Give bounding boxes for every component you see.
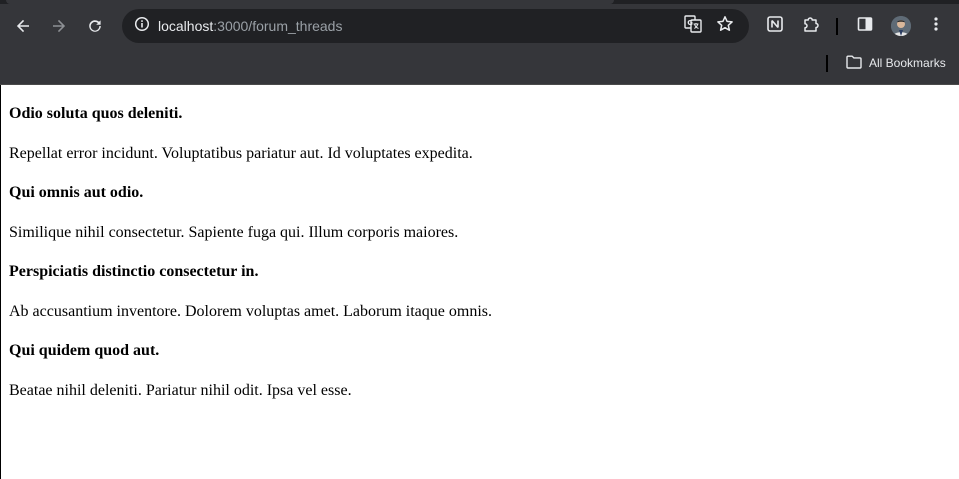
forum-threads-list: Odio soluta quos deleniti. Repellat erro… [9, 104, 949, 420]
thread-item: Qui omnis aut odio. Similique nihil cons… [9, 183, 949, 242]
kebab-menu-icon [928, 16, 944, 36]
bookmarks-separator [826, 55, 828, 72]
extensions-button[interactable] [795, 10, 827, 42]
thread-title: Qui omnis aut odio. [9, 184, 144, 201]
reload-button[interactable] [79, 10, 111, 42]
bookmark-star-button[interactable] [711, 12, 739, 40]
address-bar[interactable]: localhost:3000/forum_threads G [122, 9, 749, 43]
active-tab[interactable] [6, 0, 614, 4]
browser-toolbar: localhost:3000/forum_threads G [0, 8, 959, 44]
thread-item: Qui quidem quod aut. Beatae nihil deleni… [9, 341, 949, 400]
toolbar-separator [836, 18, 838, 35]
star-icon [716, 15, 734, 37]
translate-icon: G [684, 15, 702, 37]
forward-button[interactable] [43, 10, 75, 42]
thread-body: Ab accusantium inventore. Dolorem volupt… [9, 303, 492, 320]
back-button[interactable] [7, 10, 39, 42]
reload-icon [87, 18, 103, 34]
avatar[interactable] [891, 16, 911, 36]
puzzle-icon [802, 15, 820, 37]
browser-menu-button[interactable] [920, 10, 952, 42]
tab-strip [0, 0, 959, 4]
svg-text:G: G [687, 19, 693, 27]
thread-title: Odio soluta quos deleniti. [9, 105, 183, 122]
thread-item: Perspiciatis distinctio consectetur in. … [9, 262, 949, 321]
page-viewport: Odio soluta quos deleniti. Repellat erro… [0, 85, 959, 479]
notion-extension-button[interactable] [759, 10, 791, 42]
all-bookmarks-label: All Bookmarks [869, 56, 946, 70]
url-host: localhost [158, 18, 214, 34]
notion-icon [766, 15, 784, 37]
thread-body: Similique nihil consectetur. Sapiente fu… [9, 224, 459, 241]
arrow-right-icon [51, 18, 67, 34]
side-panel-button[interactable] [849, 10, 881, 42]
url-path: :3000/forum_threads [213, 18, 343, 34]
arrow-left-icon [15, 18, 31, 34]
site-info-icon [134, 16, 150, 36]
thread-item: Odio soluta quos deleniti. Repellat erro… [9, 104, 949, 163]
thread-title: Qui quidem quod aut. [9, 342, 160, 359]
bookmarks-bar: All Bookmarks [0, 50, 959, 76]
browser-chrome: localhost:3000/forum_threads G All Bookm… [0, 0, 959, 85]
thread-body: Beatae nihil deleniti. Pariatur nihil od… [9, 382, 352, 399]
translate-button[interactable]: G [679, 12, 707, 40]
all-bookmarks-button[interactable]: All Bookmarks [840, 50, 952, 76]
site-info-button[interactable] [128, 12, 156, 40]
side-panel-icon [857, 16, 873, 36]
thread-body: Repellat error incidunt. Voluptatibus pa… [9, 145, 473, 162]
thread-title: Perspiciatis distinctio consectetur in. [9, 263, 259, 280]
folder-icon [846, 54, 862, 73]
url-text[interactable]: localhost:3000/forum_threads [158, 9, 342, 43]
